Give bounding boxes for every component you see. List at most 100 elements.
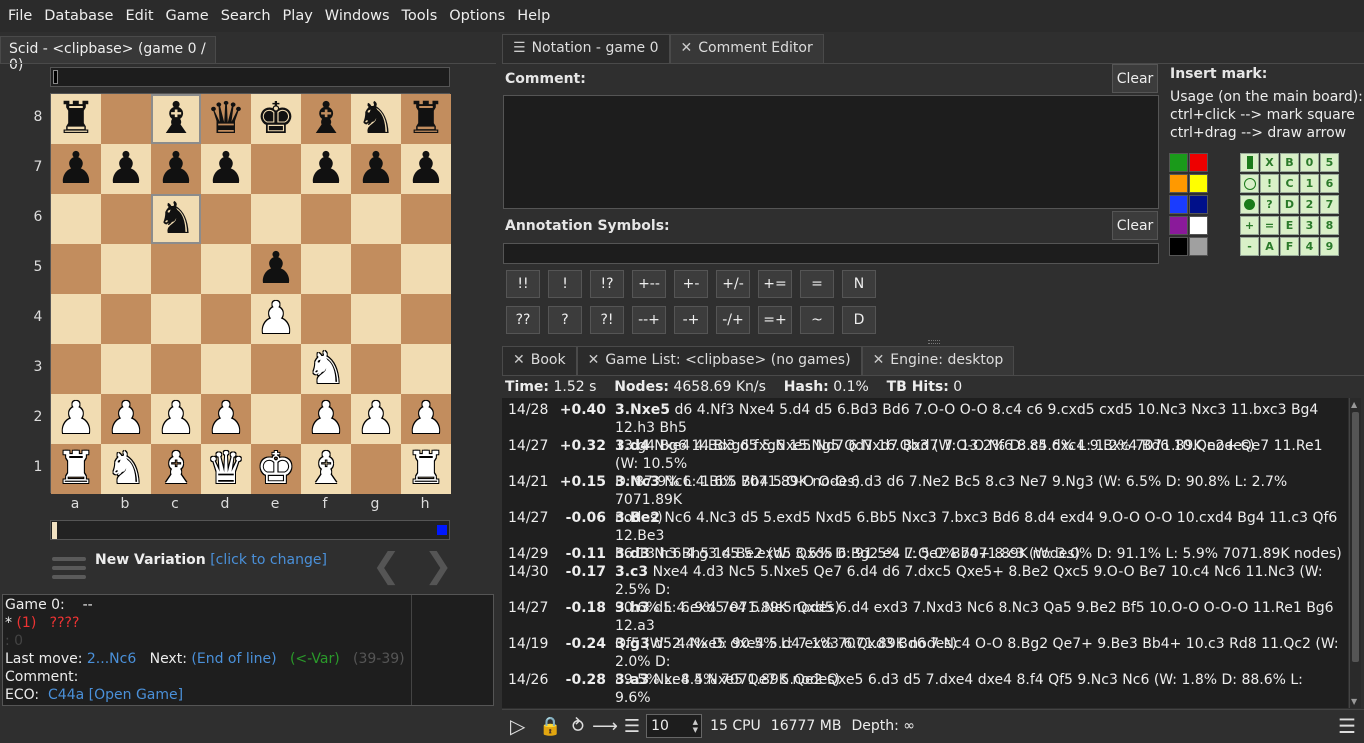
square-b1[interactable]: ♞ xyxy=(101,444,151,494)
black-pawn-icon[interactable]: ♟ xyxy=(106,147,145,191)
add-line-icon[interactable]: ⟶ xyxy=(592,716,618,737)
square-c3[interactable] xyxy=(151,344,201,394)
mark-color-swatch[interactable] xyxy=(1189,216,1208,235)
white-queen-icon[interactable]: ♛ xyxy=(206,447,245,491)
white-bishop-icon[interactable]: ♝ xyxy=(306,447,345,491)
black-rook-icon[interactable]: ♜ xyxy=(406,97,445,141)
annotation-symbol-button[interactable]: --+ xyxy=(632,306,666,334)
annotation-symbol-button[interactable]: N xyxy=(842,270,876,298)
square-g2[interactable]: ♟ xyxy=(351,394,401,444)
square-d4[interactable] xyxy=(201,294,251,344)
black-knight-icon[interactable]: ♞ xyxy=(156,197,195,241)
square-h8[interactable]: ♜ xyxy=(401,94,451,144)
pane-resize-handle[interactable] xyxy=(928,340,940,344)
annotation-symbol-button[interactable]: -+ xyxy=(674,306,708,334)
square-b2[interactable]: ♟ xyxy=(101,394,151,444)
square-g8[interactable]: ♞ xyxy=(351,94,401,144)
square-h6[interactable] xyxy=(401,194,451,244)
black-pawn-icon[interactable]: ♟ xyxy=(206,147,245,191)
annotation-symbol-button[interactable]: ?! xyxy=(590,306,624,334)
square-d7[interactable]: ♟ xyxy=(201,144,251,194)
square-a6[interactable] xyxy=(51,194,101,244)
white-king-icon[interactable]: ♚ xyxy=(256,447,295,491)
scrollbar-thumb[interactable] xyxy=(1352,412,1359,662)
mark-color-swatch[interactable] xyxy=(1169,174,1188,193)
square-a1[interactable]: ♜ xyxy=(51,444,101,494)
square-c8[interactable]: ♝ xyxy=(151,94,201,144)
square-e7[interactable] xyxy=(251,144,301,194)
mark-type-button[interactable]: = xyxy=(1260,216,1279,235)
tab-book[interactable]: ✕ Book xyxy=(502,346,577,375)
white-bishop-icon[interactable]: ♝ xyxy=(156,447,195,491)
next-move-icon[interactable]: ❯ xyxy=(424,546,453,586)
annotation-symbol-button[interactable]: ! xyxy=(548,270,582,298)
mark-type-button[interactable]: 0 xyxy=(1300,153,1319,172)
annotation-symbol-button[interactable]: !? xyxy=(590,270,624,298)
mark-type-button[interactable]: E xyxy=(1280,216,1299,235)
menu-edit[interactable]: Edit xyxy=(119,8,159,24)
multipv-spinbox[interactable]: 10 ▲ ▼ xyxy=(646,714,703,738)
black-pawn-icon[interactable]: ♟ xyxy=(356,147,395,191)
square-b4[interactable] xyxy=(101,294,151,344)
eco-link[interactable]: C44a [Open Game] xyxy=(48,687,183,703)
menu-tools[interactable]: Tools xyxy=(396,8,444,24)
tab-comment-editor[interactable]: ✕ Comment Editor xyxy=(669,34,824,63)
mark-type-button[interactable]: B xyxy=(1280,153,1299,172)
mark-color-swatch[interactable] xyxy=(1169,153,1188,172)
mark-color-swatch[interactable] xyxy=(1169,195,1188,214)
engine-pv-line[interactable]: 14/29 -0.11 3.d3 Nc6 4.g3 d5 5.exd5 Qxd5 6… xyxy=(502,545,1348,563)
mark-type-button[interactable]: + xyxy=(1240,216,1259,235)
annotation-symbol-button[interactable]: -/+ xyxy=(716,306,750,334)
square-g3[interactable] xyxy=(351,344,401,394)
square-g6[interactable] xyxy=(351,194,401,244)
mark-type-button[interactable]: 8 xyxy=(1320,216,1339,235)
hamburger-menu-icon[interactable] xyxy=(52,555,86,581)
multipv-icon[interactable]: ☰ xyxy=(624,716,640,737)
square-e4[interactable]: ♟ xyxy=(251,294,301,344)
square-a5[interactable] xyxy=(51,244,101,294)
square-d1[interactable]: ♛ xyxy=(201,444,251,494)
mark-color-swatch[interactable] xyxy=(1189,195,1208,214)
square-d3[interactable] xyxy=(201,344,251,394)
square-e6[interactable] xyxy=(251,194,301,244)
tab-engine[interactable]: ✕ Engine: desktop xyxy=(861,346,1015,375)
square-a2[interactable]: ♟ xyxy=(51,394,101,444)
mark-type-button[interactable]: - xyxy=(1240,237,1259,256)
square-d2[interactable]: ♟ xyxy=(201,394,251,444)
square-b8[interactable] xyxy=(101,94,151,144)
square-g5[interactable] xyxy=(351,244,401,294)
engine-menu-icon[interactable]: ☰ xyxy=(1338,714,1356,738)
comment-textarea[interactable] xyxy=(503,95,1159,209)
menu-game[interactable]: Game xyxy=(160,8,215,24)
mark-type-button[interactable]: 7 xyxy=(1320,195,1339,214)
mark-type-button[interactable]: 1 xyxy=(1300,174,1319,193)
square-f4[interactable] xyxy=(301,294,351,344)
mark-type-button[interactable]: 4 xyxy=(1300,237,1319,256)
white-pawn-icon[interactable]: ♟ xyxy=(356,397,395,441)
white-pawn-icon[interactable]: ♟ xyxy=(256,297,295,341)
black-knight-icon[interactable]: ♞ xyxy=(356,97,395,141)
square-h4[interactable] xyxy=(401,294,451,344)
chess-board[interactable]: ♜ ♝ ♛ ♚ ♝ ♞ ♜ ♟ ♟ ♟ ♟ ♟ ♟ ♟ ♞ ♟ ♟ ♞ ♟ ♟ ♟ ♟ ♟ ♟ ♟ ♜ ♞ ♝ ♛ ♚ ♝ ♜ xyxy=(50,93,451,494)
annotation-symbol-button[interactable]: ? xyxy=(548,306,582,334)
close-icon[interactable]: ✕ xyxy=(588,352,600,368)
engine-config-icon[interactable]: ⥁ xyxy=(572,716,584,737)
menu-file[interactable]: File xyxy=(2,8,38,24)
close-icon[interactable]: ✕ xyxy=(681,40,693,56)
square-c4[interactable] xyxy=(151,294,201,344)
tab-game-list[interactable]: ✕ Game List: <clipbase> (no games) xyxy=(576,346,862,375)
variation-hint[interactable]: [click to change] xyxy=(210,552,327,568)
white-knight-icon[interactable]: ♞ xyxy=(306,347,345,391)
white-pawn-icon[interactable]: ♟ xyxy=(56,397,95,441)
mark-type-button[interactable]: F xyxy=(1280,237,1299,256)
white-pawn-icon[interactable]: ♟ xyxy=(206,397,245,441)
square-d5[interactable] xyxy=(201,244,251,294)
square-b5[interactable] xyxy=(101,244,151,294)
main-board-tab[interactable]: Scid - <clipbase> (game 0 / 0) xyxy=(0,36,216,73)
mark-type-button[interactable]: 9 xyxy=(1320,237,1339,256)
black-bishop-icon[interactable]: ♝ xyxy=(156,97,195,141)
close-icon[interactable]: ✕ xyxy=(513,352,525,368)
annotation-symbol-button[interactable]: = xyxy=(800,270,834,298)
square-g7[interactable]: ♟ xyxy=(351,144,401,194)
engine-scrollbar[interactable]: ▲ ▼ xyxy=(1349,398,1361,708)
